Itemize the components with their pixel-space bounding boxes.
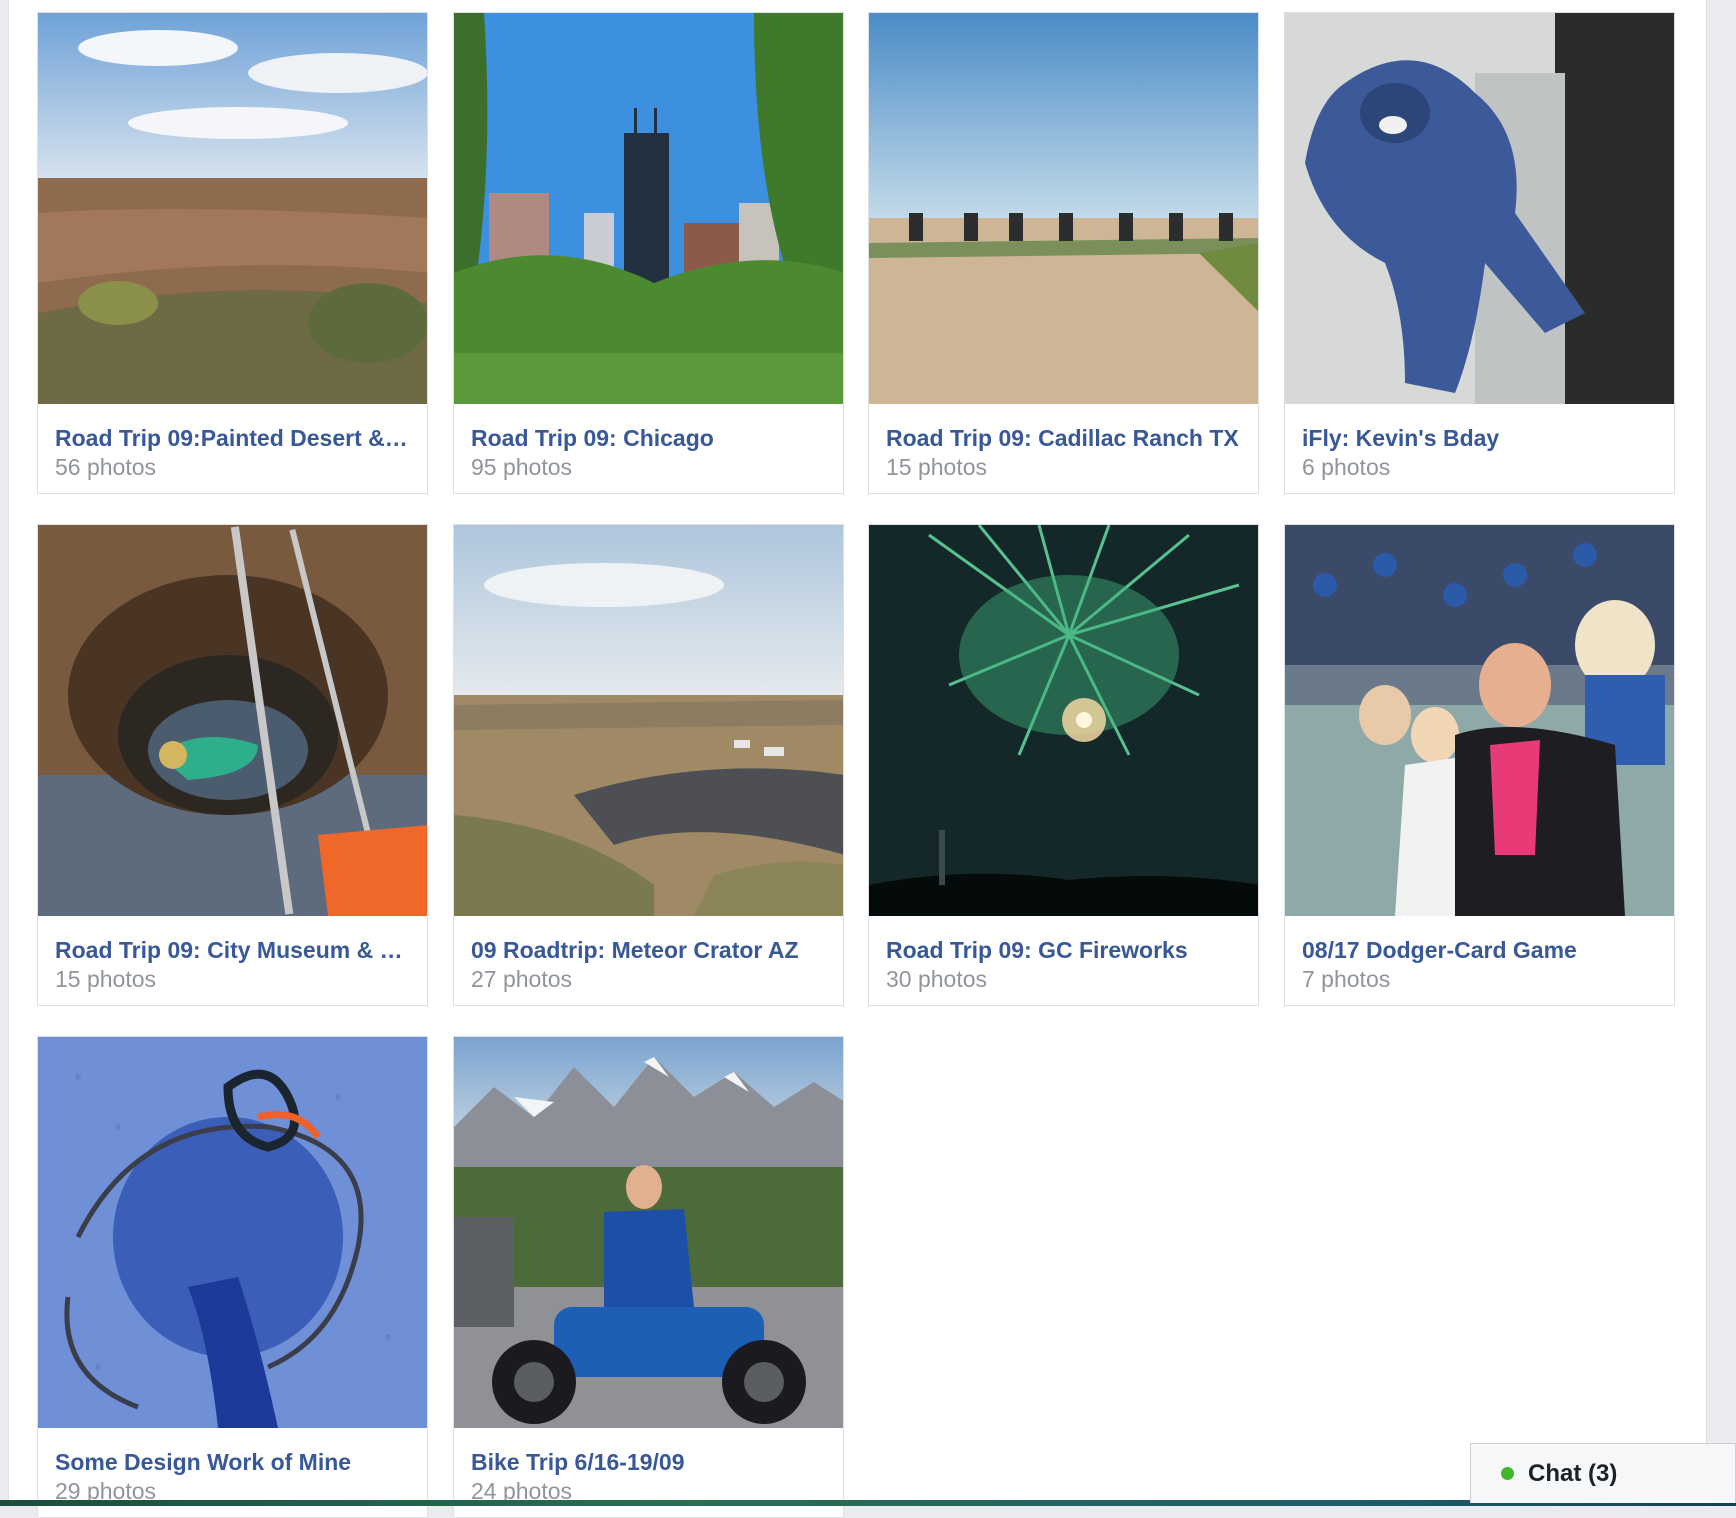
album-info: Road Trip 09: Chicago 95 photos <box>471 424 826 482</box>
album-cover-painted-desert[interactable] <box>38 13 427 404</box>
album-cover-chicago[interactable] <box>454 13 843 404</box>
album-photo-count: 7 photos <box>1302 966 1391 992</box>
album-card[interactable]: Some Design Work of Mine 29 photos <box>37 1036 428 1518</box>
album-title-link[interactable]: 09 Roadtrip: Meteor Crator AZ <box>471 936 826 964</box>
album-photo-count: 27 photos <box>471 966 573 992</box>
album-card[interactable]: Bike Trip 6/16-19/09 24 photos <box>453 1036 844 1518</box>
albums-panel: Road Trip 09:Painted Desert & P... 56 ph… <box>8 0 1707 1518</box>
album-info: Road Trip 09:Painted Desert & P... 56 ph… <box>55 424 410 482</box>
album-info: Road Trip 09: Cadillac Ranch TX 15 photo… <box>886 424 1241 482</box>
album-cover-gc-fireworks[interactable] <box>869 525 1258 916</box>
album-photo-count: 56 photos <box>55 454 157 480</box>
album-info: Some Design Work of Mine 29 photos <box>55 1448 410 1506</box>
album-cover-dodger-game[interactable] <box>1285 525 1674 916</box>
album-title-link[interactable]: Some Design Work of Mine <box>55 1448 410 1476</box>
album-card[interactable]: iFly: Kevin's Bday 6 photos <box>1284 12 1675 494</box>
album-card[interactable]: Road Trip 09: City Museum & Rt ... 15 ph… <box>37 524 428 1006</box>
album-info: Bike Trip 6/16-19/09 24 photos <box>471 1448 826 1506</box>
album-info: iFly: Kevin's Bday 6 photos <box>1302 424 1657 482</box>
album-photo-count: 6 photos <box>1302 454 1391 480</box>
album-cover-bike-trip[interactable] <box>454 1037 843 1428</box>
album-title-link[interactable]: Bike Trip 6/16-19/09 <box>471 1448 826 1476</box>
online-status-icon <box>1501 1467 1514 1480</box>
album-card[interactable]: 08/17 Dodger-Card Game 7 photos <box>1284 524 1675 1006</box>
album-title-link[interactable]: Road Trip 09: Cadillac Ranch TX <box>886 424 1241 452</box>
album-card[interactable]: 09 Roadtrip: Meteor Crator AZ 27 photos <box>453 524 844 1006</box>
album-cover-cadillac-ranch[interactable] <box>869 13 1258 404</box>
album-photo-count: 95 photos <box>471 454 573 480</box>
album-cover-meteor-crater[interactable] <box>454 525 843 916</box>
album-info: 09 Roadtrip: Meteor Crator AZ 27 photos <box>471 936 826 994</box>
album-title-link[interactable]: Road Trip 09: Chicago <box>471 424 826 452</box>
album-info: Road Trip 09: GC Fireworks 30 photos <box>886 936 1241 994</box>
album-card[interactable]: Road Trip 09:Painted Desert & P... 56 ph… <box>37 12 428 494</box>
album-card[interactable]: Road Trip 09: Chicago 95 photos <box>453 12 844 494</box>
album-cover-design-work[interactable] <box>38 1037 427 1428</box>
album-photo-count: 30 photos <box>886 966 988 992</box>
album-photo-count: 15 photos <box>886 454 988 480</box>
chat-label: Chat (3) <box>1528 1459 1618 1487</box>
album-cover-city-museum[interactable] <box>38 525 427 916</box>
album-title-link[interactable]: Road Trip 09:Painted Desert & P... <box>55 424 410 452</box>
album-info: Road Trip 09: City Museum & Rt ... 15 ph… <box>55 936 410 994</box>
album-title-link[interactable]: iFly: Kevin's Bday <box>1302 424 1657 452</box>
album-title-link[interactable]: 08/17 Dodger-Card Game <box>1302 936 1657 964</box>
album-photo-count: 15 photos <box>55 966 157 992</box>
album-title-link[interactable]: Road Trip 09: GC Fireworks <box>886 936 1241 964</box>
album-info: 08/17 Dodger-Card Game 7 photos <box>1302 936 1657 994</box>
album-card[interactable]: Road Trip 09: GC Fireworks 30 photos <box>868 524 1259 1006</box>
album-cover-ifly[interactable] <box>1285 13 1674 404</box>
chat-tab[interactable]: Chat (3) <box>1470 1443 1736 1503</box>
album-title-link[interactable]: Road Trip 09: City Museum & Rt ... <box>55 936 410 964</box>
album-card[interactable]: Road Trip 09: Cadillac Ranch TX 15 photo… <box>868 12 1259 494</box>
